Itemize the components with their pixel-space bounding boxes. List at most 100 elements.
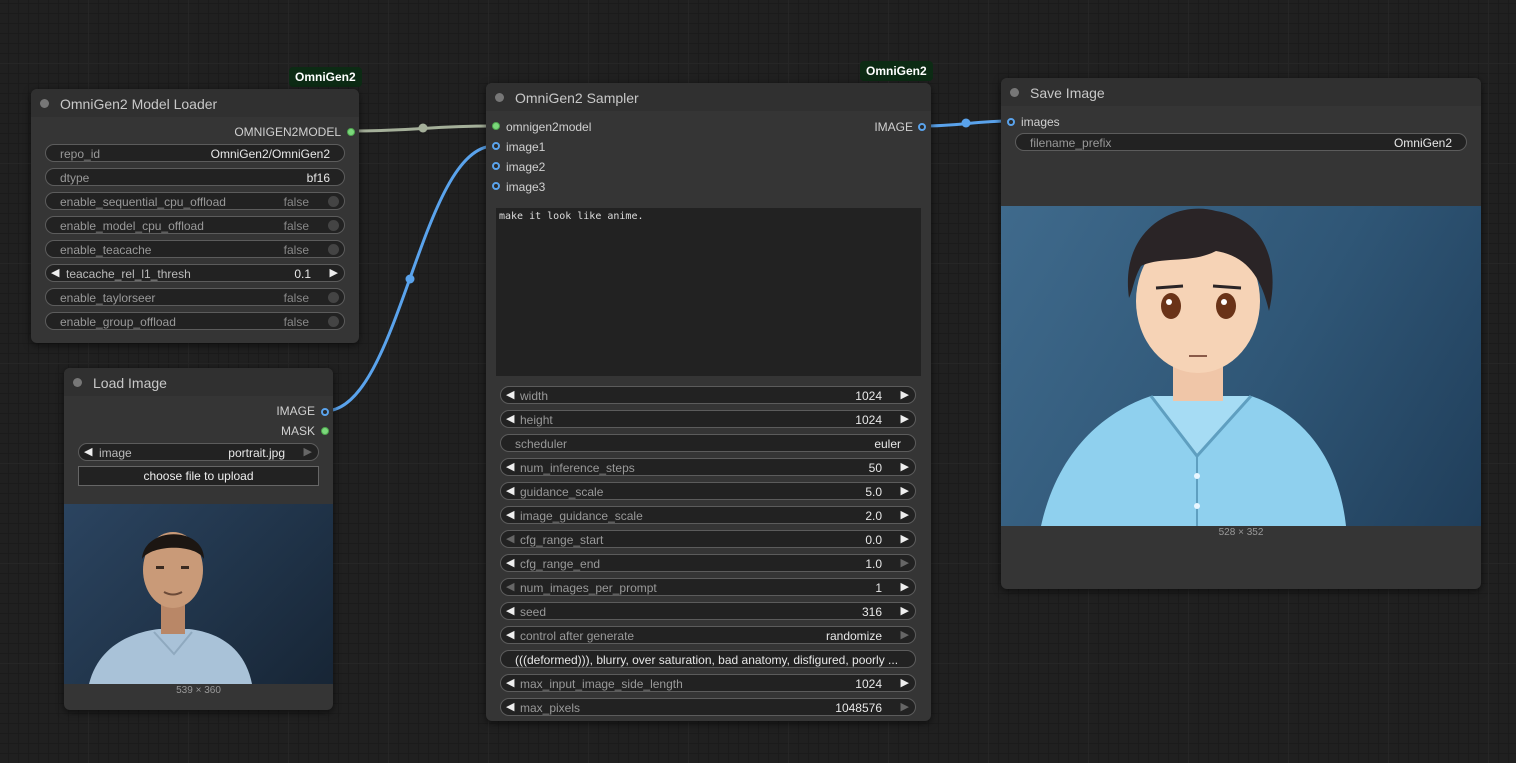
model-link-midpoint[interactable] — [418, 123, 428, 133]
model-input-socket[interactable] — [492, 122, 500, 130]
collapse-dot[interactable] — [73, 378, 82, 387]
inference-steps-widget[interactable]: ◀ num_inference_steps 50 ▶ — [500, 458, 916, 476]
node-header[interactable]: OmniGen2 Model Loader — [31, 89, 359, 117]
increment-arrow-icon[interactable]: ▶ — [901, 412, 909, 425]
image-output-socket[interactable] — [918, 123, 926, 131]
max-pixels-widget[interactable]: ◀ max_pixels 1048576 ▶ — [500, 698, 916, 716]
guidance-scale-widget[interactable]: ◀ guidance_scale 5.0 ▶ — [500, 482, 916, 500]
output-link-midpoint[interactable] — [961, 118, 971, 128]
widget-value: OmniGen2/OmniGen2 — [210, 147, 330, 161]
height-widget[interactable]: ◀ height 1024 ▶ — [500, 410, 916, 428]
image1-input-socket[interactable] — [492, 142, 500, 150]
sampler-node[interactable]: OmniGen2 Sampler omnigen2model image1 im… — [486, 83, 931, 721]
widget-value: 0.1 — [294, 267, 311, 281]
next-option-arrow-icon[interactable]: ▶ — [901, 628, 909, 641]
portrait-photo — [89, 532, 252, 684]
decrement-arrow-icon[interactable]: ◀ — [506, 676, 514, 689]
decrement-arrow-icon[interactable]: ◀ — [506, 412, 514, 425]
mask-output-socket[interactable] — [321, 427, 329, 435]
model-loader-node[interactable]: OmniGen2 Model Loader OMNIGEN2MODEL repo… — [31, 89, 359, 343]
node-title: OmniGen2 Sampler — [515, 90, 639, 106]
widget-value: 1024 — [855, 413, 882, 427]
widget-value: euler — [874, 437, 901, 451]
images-input-socket[interactable] — [1007, 118, 1015, 126]
load-image-node[interactable]: Load Image IMAGE MASK ◀ image portrait.j… — [64, 368, 333, 710]
width-widget[interactable]: ◀ width 1024 ▶ — [500, 386, 916, 404]
image-dimensions: 528 × 352 — [1218, 527, 1264, 538]
collapse-dot[interactable] — [40, 99, 49, 108]
decrement-arrow-icon[interactable]: ◀ — [506, 580, 514, 593]
scheduler-widget[interactable]: scheduler euler — [500, 434, 916, 452]
model-offload-toggle[interactable]: enable_model_cpu_offload false — [45, 216, 345, 234]
node-header[interactable]: Save Image — [1001, 78, 1481, 106]
decrement-arrow-icon[interactable]: ◀ — [51, 266, 59, 279]
dtype-widget[interactable]: dtype bf16 — [45, 168, 345, 186]
decrement-arrow-icon[interactable]: ◀ — [506, 508, 514, 521]
widget-value: false — [283, 291, 309, 305]
increment-arrow-icon[interactable]: ▶ — [901, 580, 909, 593]
toggle-knob-icon — [328, 316, 339, 327]
image-select-widget[interactable]: ◀ image portrait.jpg ▶ — [78, 443, 319, 461]
sequential-offload-toggle[interactable]: enable_sequential_cpu_offload false — [45, 192, 345, 210]
prev-image-arrow-icon[interactable]: ◀ — [84, 445, 92, 458]
images-per-prompt-widget[interactable]: ◀ num_images_per_prompt 1 ▶ — [500, 578, 916, 596]
decrement-arrow-icon[interactable]: ◀ — [506, 532, 514, 545]
taylorseer-toggle[interactable]: enable_taylorseer false — [45, 288, 345, 306]
collapse-dot[interactable] — [495, 93, 504, 102]
increment-arrow-icon[interactable]: ▶ — [901, 484, 909, 497]
upload-button[interactable]: choose file to upload — [78, 466, 319, 486]
image3-input-socket[interactable] — [492, 182, 500, 190]
increment-arrow-icon[interactable]: ▶ — [901, 460, 909, 473]
increment-arrow-icon[interactable]: ▶ — [901, 532, 909, 545]
decrement-arrow-icon[interactable]: ◀ — [506, 460, 514, 473]
widget-value: 1024 — [855, 389, 882, 403]
mask-output-label: MASK — [280, 424, 315, 438]
node-header[interactable]: OmniGen2 Sampler — [486, 83, 931, 111]
decrement-arrow-icon[interactable]: ◀ — [506, 556, 514, 569]
teacache-toggle[interactable]: enable_teacache false — [45, 240, 345, 258]
decrement-arrow-icon[interactable]: ◀ — [506, 484, 514, 497]
increment-arrow-icon[interactable]: ▶ — [901, 700, 909, 713]
increment-arrow-icon[interactable]: ▶ — [901, 556, 909, 569]
max-side-length-widget[interactable]: ◀ max_input_image_side_length 1024 ▶ — [500, 674, 916, 692]
image-guidance-scale-widget[interactable]: ◀ image_guidance_scale 2.0 ▶ — [500, 506, 916, 524]
input-label: image1 — [506, 140, 546, 154]
group-offload-toggle[interactable]: enable_group_offload false — [45, 312, 345, 330]
toggle-knob-icon — [328, 196, 339, 207]
model-output-socket[interactable] — [347, 128, 355, 136]
widget-label: dtype — [60, 171, 90, 185]
cfg-range-start-widget[interactable]: ◀ cfg_range_start 0.0 ▶ — [500, 530, 916, 548]
image-output-socket[interactable] — [321, 408, 329, 416]
widget-label: repo_id — [60, 147, 101, 161]
next-image-arrow-icon[interactable]: ▶ — [304, 445, 312, 458]
sampler-badge: OmniGen2 — [860, 61, 933, 81]
seed-widget[interactable]: ◀ seed 316 ▶ — [500, 602, 916, 620]
decrement-arrow-icon[interactable]: ◀ — [506, 700, 514, 713]
repo-id-widget[interactable]: repo_id OmniGen2/OmniGen2 — [45, 144, 345, 162]
increment-arrow-icon[interactable]: ▶ — [901, 604, 909, 617]
widget-label: scheduler — [515, 437, 568, 451]
node-title: Save Image — [1030, 85, 1105, 101]
decrement-arrow-icon[interactable]: ◀ — [506, 604, 514, 617]
increment-arrow-icon[interactable]: ▶ — [901, 508, 909, 521]
negative-prompt-widget[interactable]: (((deformed))), blurry, over saturation,… — [500, 650, 916, 668]
widget-label: teacache_rel_l1_thresh — [66, 267, 191, 281]
save-image-node[interactable]: Save Image images filename_prefix OmniGe… — [1001, 78, 1481, 589]
collapse-dot[interactable] — [1010, 88, 1019, 97]
control-after-generate-widget[interactable]: ◀ control after generate randomize ▶ — [500, 626, 916, 644]
output-label: IMAGE — [874, 120, 913, 134]
filename-prefix-widget[interactable]: filename_prefix OmniGen2 — [1015, 133, 1467, 151]
node-header[interactable]: Load Image — [64, 368, 333, 396]
widget-label: enable_taylorseer — [60, 291, 156, 305]
image2-input-socket[interactable] — [492, 162, 500, 170]
decrement-arrow-icon[interactable]: ◀ — [506, 388, 514, 401]
increment-arrow-icon[interactable]: ▶ — [901, 388, 909, 401]
prev-option-arrow-icon[interactable]: ◀ — [506, 628, 514, 641]
increment-arrow-icon[interactable]: ▶ — [330, 266, 338, 279]
widget-value: 1024 — [855, 677, 882, 691]
increment-arrow-icon[interactable]: ▶ — [901, 676, 909, 689]
image-link-midpoint[interactable] — [405, 274, 415, 284]
cfg-range-end-widget[interactable]: ◀ cfg_range_end 1.0 ▶ — [500, 554, 916, 572]
teacache-thresh-widget[interactable]: ◀ teacache_rel_l1_thresh 0.1 ▶ — [45, 264, 345, 282]
prompt-textarea[interactable]: make it look like anime. — [496, 208, 921, 376]
